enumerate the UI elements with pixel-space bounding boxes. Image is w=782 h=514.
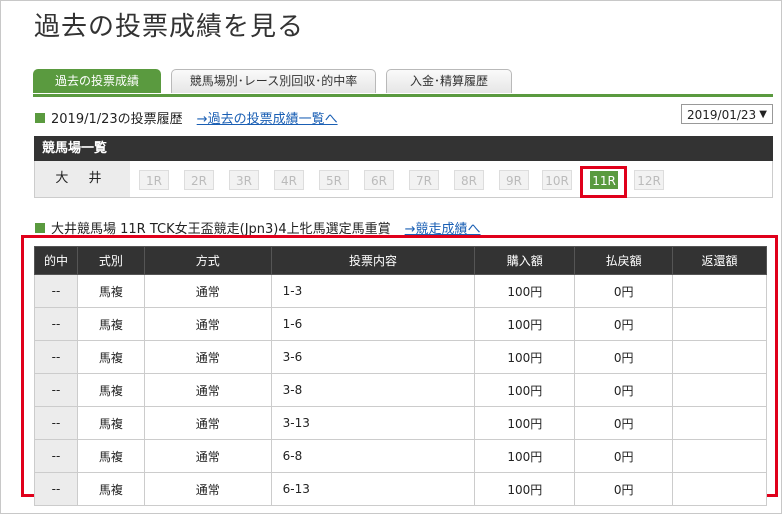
col-bet-type: 式別 xyxy=(76,246,145,275)
table-row: -- 馬複 通常 3-6 100円 0円 xyxy=(34,340,767,374)
race-button-7r[interactable]: 7R xyxy=(409,170,439,190)
cell-refund xyxy=(672,472,767,506)
cell-bet-content: 3-6 xyxy=(270,340,476,374)
cell-payout: 0円 xyxy=(574,406,674,440)
race-button-9r[interactable]: 9R xyxy=(499,170,529,190)
race-button-1r[interactable]: 1R xyxy=(139,170,169,190)
col-refund: 返還額 xyxy=(672,246,767,275)
cell-payout: 0円 xyxy=(574,373,674,407)
bets-table-highlight: 的中 式別 方式 投票内容 購入額 払戻額 返還額 -- 馬複 通常 1-3 1… xyxy=(21,235,778,506)
cell-purchase: 100円 xyxy=(474,340,576,374)
table-row: -- 馬複 通常 1-6 100円 0円 xyxy=(34,307,767,341)
cell-refund xyxy=(672,340,767,374)
venue-list: 競馬場一覧 大 井 1R 2R 3R 4R 5R 6R 7R 8R 9R 10R… xyxy=(34,136,773,198)
selected-race-highlight xyxy=(580,166,627,198)
cell-purchase: 100円 xyxy=(474,406,576,440)
tab-venue-race-stats[interactable]: 競馬場別･レース別回収･的中率 xyxy=(171,69,376,93)
race-button-8r[interactable]: 8R xyxy=(454,170,484,190)
cell-refund xyxy=(672,373,767,407)
cell-refund xyxy=(672,406,767,440)
venue-row: 大 井 1R 2R 3R 4R 5R 6R 7R 8R 9R 10R 11R 1… xyxy=(34,161,773,198)
cell-method: 通常 xyxy=(143,472,272,506)
cell-hit: -- xyxy=(34,340,78,374)
cell-method: 通常 xyxy=(143,340,272,374)
cell-method: 通常 xyxy=(143,439,272,473)
col-hit: 的中 xyxy=(34,246,78,275)
table-header-row: 的中 式別 方式 投票内容 購入額 払戻額 返還額 xyxy=(34,246,767,275)
bets-table: 的中 式別 方式 投票内容 購入額 払戻額 返還額 -- 馬複 通常 1-3 1… xyxy=(34,246,767,506)
col-method: 方式 xyxy=(143,246,272,275)
cell-method: 通常 xyxy=(143,373,272,407)
cell-bet-content: 3-8 xyxy=(270,373,476,407)
cell-bet-type: 馬複 xyxy=(76,472,145,506)
cell-bet-type: 馬複 xyxy=(76,340,145,374)
cell-bet-content: 6-8 xyxy=(270,439,476,473)
cell-refund xyxy=(672,439,767,473)
cell-bet-content: 1-3 xyxy=(270,274,476,308)
cell-refund xyxy=(672,307,767,341)
cell-bet-content: 1-6 xyxy=(270,307,476,341)
cell-bet-type: 馬複 xyxy=(76,373,145,407)
cell-payout: 0円 xyxy=(574,274,674,308)
square-bullet-icon xyxy=(35,112,45,123)
cell-hit: -- xyxy=(34,439,78,473)
history-heading-text: 2019/1/23の投票履歴 xyxy=(51,112,183,127)
cell-payout: 0円 xyxy=(574,472,674,506)
race-button-5r[interactable]: 5R xyxy=(319,170,349,190)
table-row: -- 馬複 通常 3-13 100円 0円 xyxy=(34,406,767,440)
cell-method: 通常 xyxy=(143,274,272,308)
cell-purchase: 100円 xyxy=(474,307,576,341)
cell-bet-type: 馬複 xyxy=(76,274,145,308)
tab-bar: 過去の投票成績 競馬場別･レース別回収･的中率 入金･精算履歴 xyxy=(33,69,773,97)
venue-list-header: 競馬場一覧 xyxy=(34,136,773,161)
tab-deposit-history[interactable]: 入金･精算履歴 xyxy=(386,69,512,93)
col-purchase: 購入額 xyxy=(474,246,576,275)
cell-bet-content: 6-13 xyxy=(270,472,476,506)
cell-payout: 0円 xyxy=(574,307,674,341)
venue-name: 大 井 xyxy=(35,161,130,197)
cell-payout: 0円 xyxy=(574,439,674,473)
table-row: -- 馬複 通常 6-13 100円 0円 xyxy=(34,472,767,506)
cell-payout: 0円 xyxy=(574,340,674,374)
cell-purchase: 100円 xyxy=(474,439,576,473)
cell-hit: -- xyxy=(34,307,78,341)
race-button-4r[interactable]: 4R xyxy=(274,170,304,190)
col-bet-content: 投票内容 xyxy=(270,246,476,275)
table-row: -- 馬複 通常 3-8 100円 0円 xyxy=(34,373,767,407)
date-select-value: 2019/01/23 xyxy=(687,108,757,122)
race-button-2r[interactable]: 2R xyxy=(184,170,214,190)
col-payout: 払戻額 xyxy=(574,246,674,275)
date-select[interactable]: 2019/01/23 ▼ xyxy=(681,104,773,124)
cell-method: 通常 xyxy=(143,406,272,440)
cell-method: 通常 xyxy=(143,307,272,341)
cell-hit: -- xyxy=(34,472,78,506)
race-button-6r[interactable]: 6R xyxy=(364,170,394,190)
square-bullet-icon xyxy=(35,222,45,233)
cell-bet-type: 馬複 xyxy=(76,439,145,473)
race-button-3r[interactable]: 3R xyxy=(229,170,259,190)
cell-purchase: 100円 xyxy=(474,472,576,506)
cell-purchase: 100円 xyxy=(474,373,576,407)
cell-hit: -- xyxy=(34,373,78,407)
cell-bet-type: 馬複 xyxy=(76,406,145,440)
cell-bet-content: 3-13 xyxy=(270,406,476,440)
cell-purchase: 100円 xyxy=(474,274,576,308)
cell-bet-type: 馬複 xyxy=(76,307,145,341)
table-row: -- 馬複 通常 1-3 100円 0円 xyxy=(34,274,767,308)
table-row: -- 馬複 通常 6-8 100円 0円 xyxy=(34,439,767,473)
page-title: 過去の投票成績を見る xyxy=(34,12,305,42)
race-button-12r[interactable]: 12R xyxy=(634,170,664,190)
history-heading: 2019/1/23の投票履歴 →過去の投票成績一覧へ xyxy=(35,108,338,127)
past-results-link[interactable]: →過去の投票成績一覧へ xyxy=(197,108,338,127)
chevron-down-icon: ▼ xyxy=(759,109,767,120)
cell-hit: -- xyxy=(34,274,78,308)
race-button-10r[interactable]: 10R xyxy=(542,170,572,190)
cell-refund xyxy=(672,274,767,308)
tab-voting-results[interactable]: 過去の投票成績 xyxy=(33,69,161,93)
cell-hit: -- xyxy=(34,406,78,440)
